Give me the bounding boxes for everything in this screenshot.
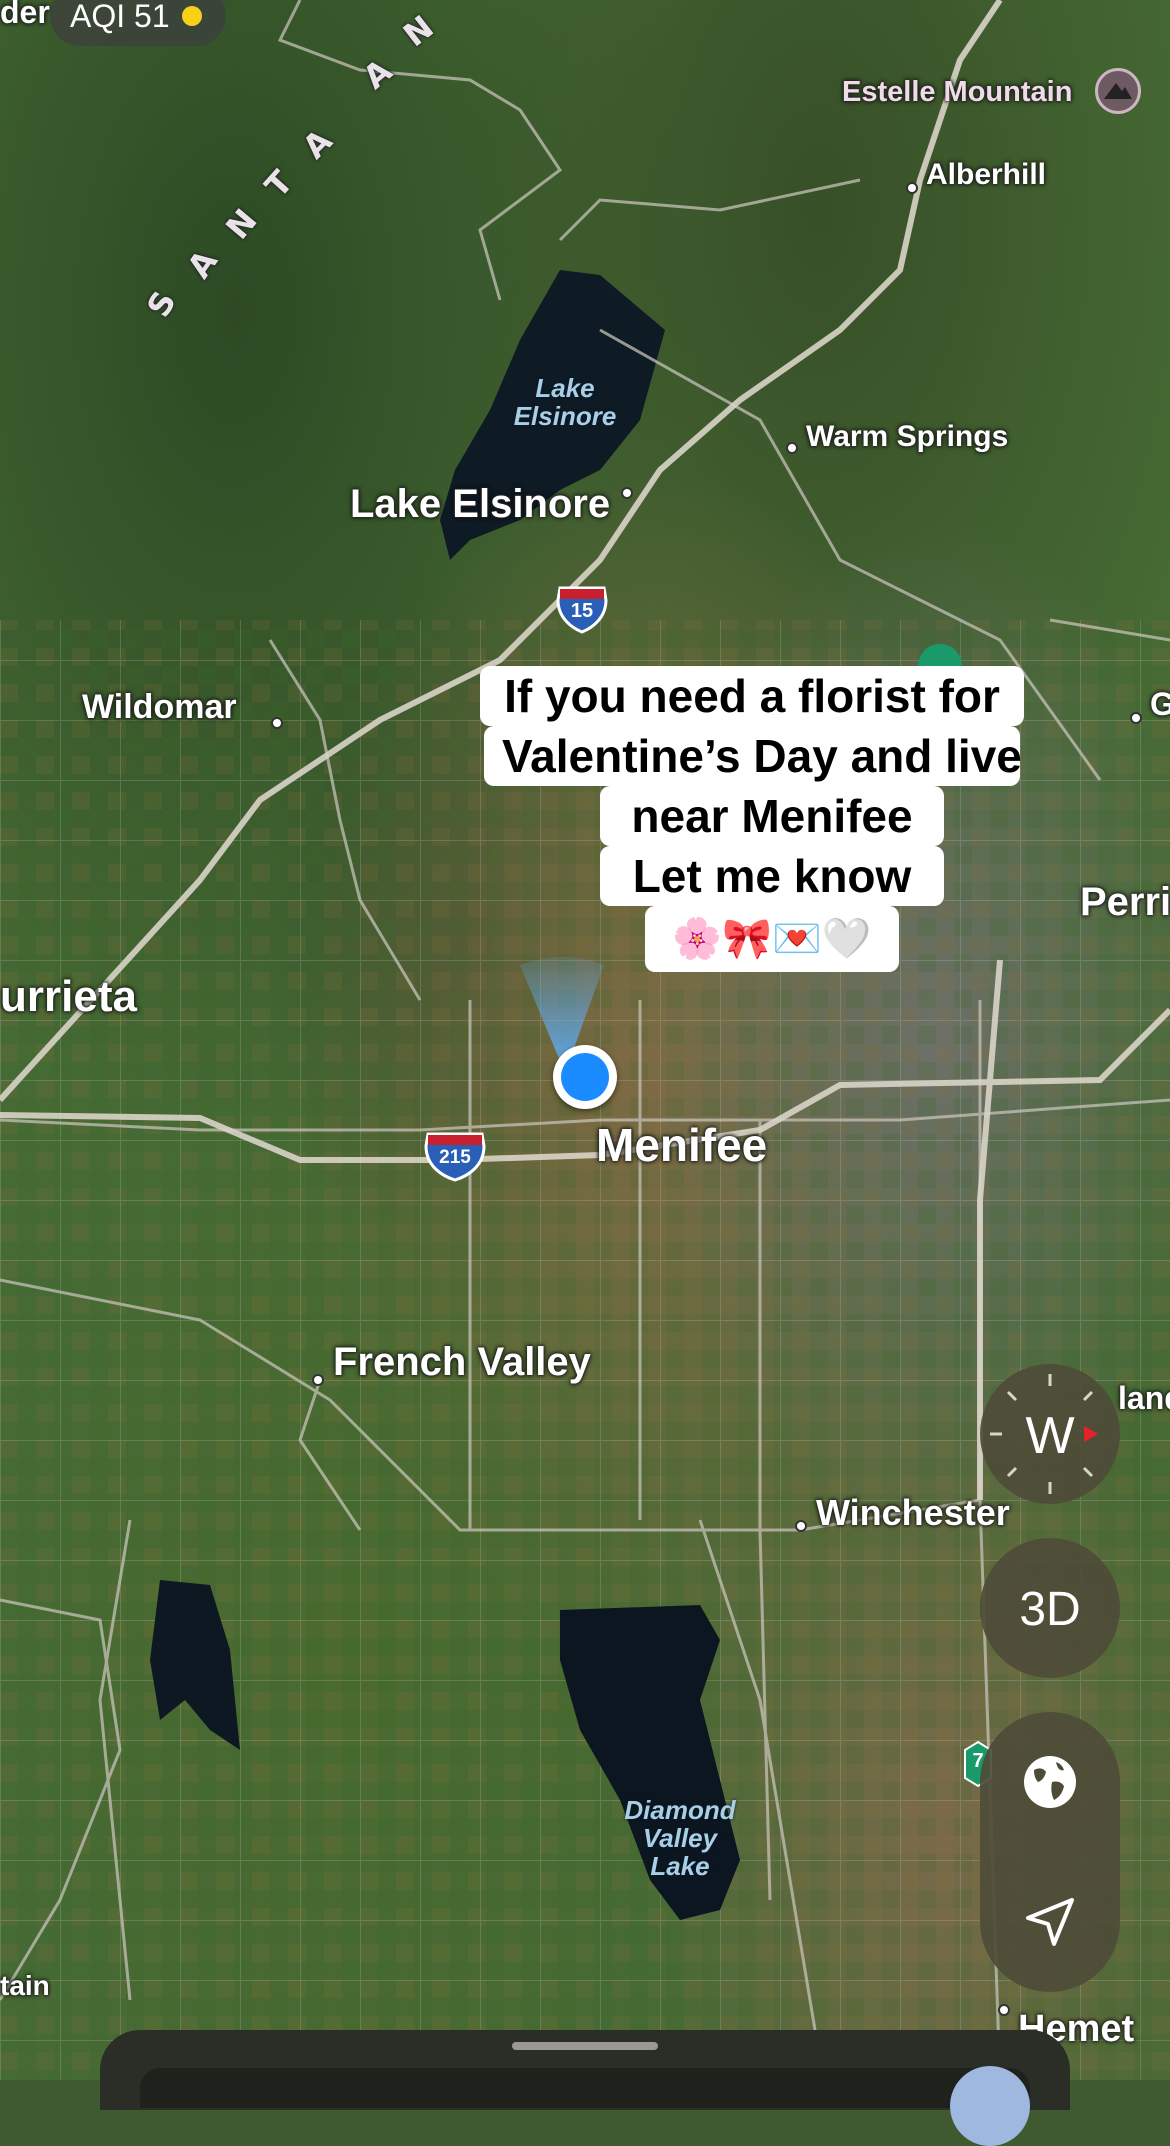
globe-button[interactable] xyxy=(980,1712,1120,1852)
place-estelle-mountain[interactable]: Estelle Mountain xyxy=(842,76,1072,109)
globe-icon xyxy=(1024,1756,1076,1808)
place-homeland[interactable]: land xyxy=(1118,1380,1170,1417)
place-dot xyxy=(1130,712,1142,724)
place-wildomar[interactable]: Wildomar xyxy=(82,688,237,727)
caption-line-2: Valentine’s Day and live xyxy=(484,726,1022,786)
bottom-sheet[interactable] xyxy=(100,2030,1070,2110)
place-french-valley[interactable]: French Valley xyxy=(333,1340,591,1385)
aqi-indicator-dot xyxy=(181,6,202,26)
place-dot xyxy=(312,1374,324,1386)
place-dot xyxy=(795,1520,807,1532)
place-menifee[interactable]: Menifee xyxy=(596,1118,767,1172)
place-mountain-edge[interactable]: tain xyxy=(0,1970,50,2002)
3d-button[interactable]: 3D xyxy=(980,1538,1120,1678)
water-diamond-valley-lake: Diamond Valley Lake xyxy=(624,1795,736,1881)
place-murrieta[interactable]: urrieta xyxy=(0,972,137,1022)
place-lake-elsinore[interactable]: Lake Elsinore xyxy=(350,482,610,527)
place-dot xyxy=(786,442,798,454)
place-dot xyxy=(271,717,283,729)
3d-button-label: 3D xyxy=(1019,1583,1081,1636)
edge-label-der: der xyxy=(0,0,50,30)
sheet-grabber[interactable] xyxy=(512,2042,658,2050)
place-alberhill[interactable]: Alberhill xyxy=(926,158,1046,192)
compass-heading: W xyxy=(1025,1407,1075,1465)
caption-line-1: If you need a florist for xyxy=(480,666,1024,726)
interstate-15-shield[interactable]: 15 xyxy=(556,586,608,634)
place-dot xyxy=(998,2004,1010,2016)
place-g-edge[interactable]: G xyxy=(1150,686,1170,723)
aqi-chip[interactable]: AQI 51 xyxy=(50,0,226,46)
caption-line-3: near Menifee xyxy=(600,786,944,846)
interstate-15-number: 15 xyxy=(570,600,594,622)
user-location-dot[interactable] xyxy=(553,1045,617,1109)
location-arrow-icon xyxy=(1026,1898,1074,1946)
sheet-inner xyxy=(140,2068,1030,2108)
place-dot xyxy=(621,487,633,499)
caption-line-5: 🌸🎀💌🤍 xyxy=(645,906,899,972)
mountain-peak-icon xyxy=(1095,68,1141,114)
map-controls-stack xyxy=(980,1712,1120,1992)
aqi-label: AQI 51 xyxy=(70,0,170,34)
compass-button[interactable]: W xyxy=(980,1364,1120,1504)
caption-line-4: Let me know xyxy=(600,846,944,906)
place-dot xyxy=(906,182,918,194)
interstate-215-number: 215 xyxy=(439,1147,471,1168)
place-perris[interactable]: Perri xyxy=(1080,880,1170,925)
place-warm-springs[interactable]: Warm Springs xyxy=(806,420,1008,454)
current-location-button[interactable] xyxy=(980,1852,1120,1992)
interstate-215-shield[interactable]: 215 xyxy=(424,1132,486,1182)
sheet-avatar[interactable] xyxy=(950,2066,1030,2146)
water-lake-elsinore: Lake Elsinore xyxy=(513,373,617,431)
